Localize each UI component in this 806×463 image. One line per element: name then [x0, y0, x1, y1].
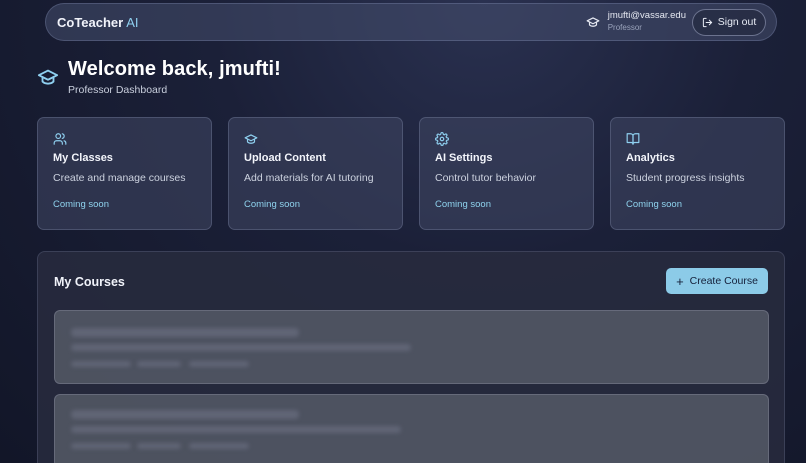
brand-name: CoTeacher	[57, 14, 124, 30]
skeleton-line	[137, 361, 181, 367]
page-subtitle: Professor Dashboard	[68, 84, 168, 96]
top-nav-bar: CoTeacher AI jmufti@vassar.edu Professor …	[45, 3, 777, 41]
gear-icon	[435, 132, 449, 146]
card-title: Analytics	[626, 152, 675, 164]
graduation-cap-icon	[37, 69, 59, 85]
card-description: Add materials for AI tutoring	[244, 172, 374, 184]
skeleton-line	[71, 443, 131, 449]
skeleton-line	[189, 361, 249, 367]
card-status: Coming soon	[53, 199, 109, 210]
skeleton-line	[71, 328, 299, 337]
card-title: Upload Content	[244, 152, 326, 164]
card-analytics[interactable]: Analytics Student progress insights Comi…	[610, 117, 785, 230]
graduation-cap-icon	[586, 17, 600, 27]
page-title: Welcome back, jmufti!	[68, 58, 281, 80]
card-description: Create and manage courses	[53, 172, 186, 184]
course-skeleton-card	[54, 394, 769, 463]
user-info: jmufti@vassar.edu Professor	[607, 10, 686, 33]
user-email: jmufti@vassar.edu	[607, 10, 686, 22]
card-description: Control tutor behavior	[435, 172, 536, 184]
graduation-cap-icon	[244, 134, 258, 144]
card-description: Student progress insights	[626, 172, 745, 184]
card-ai-settings[interactable]: AI Settings Control tutor behavior Comin…	[419, 117, 594, 230]
welcome-section: Welcome back, jmufti! Professor Dashboar…	[37, 58, 281, 96]
card-title: My Classes	[53, 152, 113, 164]
user-role: Professor	[607, 23, 642, 33]
skeleton-line	[71, 426, 401, 433]
card-upload-content[interactable]: Upload Content Add materials for AI tuto…	[228, 117, 403, 230]
feature-cards: My Classes Create and manage courses Com…	[37, 117, 785, 230]
skeleton-line	[71, 361, 131, 367]
my-courses-panel: My Courses + Create Course	[37, 251, 785, 463]
brand-suffix: AI	[126, 14, 139, 30]
card-status: Coming soon	[244, 199, 300, 210]
sign-out-icon	[702, 17, 712, 27]
section-title: My Courses	[54, 275, 125, 289]
skeleton-line	[71, 344, 411, 351]
card-title: AI Settings	[435, 152, 493, 164]
card-status: Coming soon	[626, 199, 682, 210]
skeleton-line	[137, 443, 181, 449]
sign-out-button[interactable]: Sign out	[692, 8, 766, 36]
create-course-label: Create Course	[689, 275, 758, 287]
skeleton-line	[189, 443, 249, 449]
plus-icon: +	[676, 273, 684, 289]
card-status: Coming soon	[435, 199, 491, 210]
app-brand[interactable]: CoTeacher AI	[57, 15, 139, 30]
users-icon	[53, 133, 67, 145]
sign-out-label: Sign out	[717, 16, 757, 28]
book-open-icon	[626, 133, 640, 145]
course-skeleton-card	[54, 310, 769, 384]
create-course-button[interactable]: + Create Course	[666, 268, 768, 294]
skeleton-line	[71, 410, 299, 419]
card-my-classes[interactable]: My Classes Create and manage courses Com…	[37, 117, 212, 230]
